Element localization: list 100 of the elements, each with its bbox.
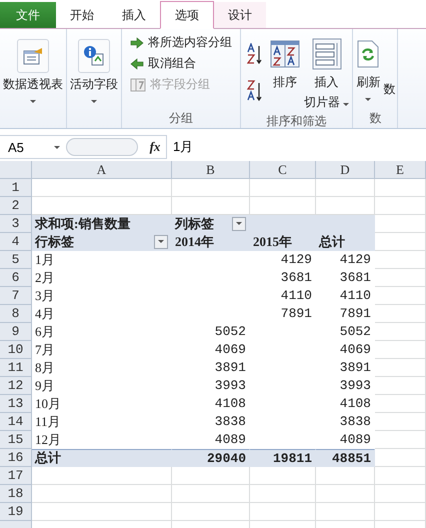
table-cell: 10月 [32,395,172,413]
table-cell [375,449,426,467]
table-cell [250,485,316,503]
caret-icon [54,146,60,148]
column-header[interactable]: A [32,161,172,179]
table-cell: 9月 [32,377,172,395]
table-cell [375,179,426,197]
table-cell: 4069 [316,341,375,359]
table-cell: 6月 [32,323,172,341]
table-cell [375,413,426,431]
table-cell: 总计 [32,449,172,467]
row-header[interactable]: 5 [0,251,32,269]
row-header[interactable]: 4 [0,233,32,251]
ribbon-button[interactable]: 刷新 [355,31,382,110]
table-cell: 7月 [32,341,172,359]
ribbon-button-label[interactable]: 数 [383,31,396,110]
row-header[interactable]: 17 [0,467,32,485]
table-cell [316,467,375,485]
table-cell [375,485,426,503]
table-cell [375,269,426,287]
ribbon-tab[interactable]: 插入 [108,2,160,28]
table-cell [375,377,426,395]
ribbon-tab[interactable]: 开始 [56,2,108,28]
table-cell: 7891 [250,305,316,323]
row-header[interactable]: 12 [0,377,32,395]
table-cell: 3993 [316,377,375,395]
formula-bar-handle[interactable] [66,138,138,156]
table-cell: 3838 [172,413,250,431]
sort-descending-button[interactable] [247,80,263,102]
row-header[interactable]: 13 [0,395,32,413]
table-cell: 2015年 [250,233,316,251]
table-cell [316,503,375,521]
table-cell: 2月 [32,269,172,287]
table-cell [375,233,426,251]
arrow-right-icon [130,36,144,48]
table-cell: 48851 [316,449,375,467]
column-header[interactable]: D [316,161,375,179]
ribbon-button[interactable]: 将所选内容分组 [128,33,234,52]
table-cell [375,359,426,377]
row-header[interactable]: 7 [0,287,32,305]
group-label: 数 [369,111,382,125]
filter-dropdown-button[interactable] [154,234,168,248]
table-cell: 4110 [250,287,316,305]
header-label: 列标签 [175,214,214,232]
table-cell [375,215,426,233]
sort-ascending-button[interactable] [247,42,263,64]
ribbon-tab[interactable]: 设计 [214,2,266,28]
row-header[interactable]: 15 [0,431,32,449]
table-cell [375,503,426,521]
insert-function-button[interactable]: fx [144,139,166,155]
ribbon-button[interactable]: 数据透视表 [2,31,64,110]
row-header[interactable]: 18 [0,485,32,503]
formula-field[interactable]: 1月 [166,135,426,159]
table-cell: 3891 [316,359,375,377]
table-cell: 4069 [172,341,250,359]
row-header[interactable]: 16 [0,449,32,467]
ribbon-button[interactable]: 活动字段 [69,31,119,110]
column-header[interactable]: E [375,161,426,179]
ribbon-tab[interactable]: 选项 [160,1,214,29]
row-header[interactable]: 9 [0,323,32,341]
row-header[interactable]: 1 [0,179,32,197]
table-cell: 29040 [172,449,250,467]
table-cell [375,395,426,413]
table-cell: 4110 [316,287,375,305]
info-field-icon [83,45,105,67]
group-label: 分组 [169,111,193,125]
pivot-table-icon [22,46,44,66]
table-cell: 19811 [250,449,316,467]
table-cell: 4108 [172,395,250,413]
filter-dropdown-button[interactable] [232,216,246,230]
row-header[interactable]: 14 [0,413,32,431]
ribbon-button[interactable]: 排序 [269,31,301,113]
table-cell [250,467,316,485]
row-header[interactable]: 3 [0,215,32,233]
row-header[interactable]: 11 [0,359,32,377]
column-header[interactable]: C [250,161,316,179]
column-header[interactable]: B [172,161,250,179]
header-label: 行标签 [35,232,74,250]
ribbon-button[interactable]: 插入 切片器 [303,31,350,113]
row-header[interactable]: 19 [0,503,32,521]
table-cell: 2014年 [172,233,250,251]
arrow-left-icon [130,58,144,70]
refresh-icon [356,40,380,68]
row-header[interactable]: 10 [0,341,32,359]
table-cell [250,179,316,197]
row-header[interactable]: 8 [0,305,32,323]
table-cell [375,431,426,449]
table-cell: 3681 [316,269,375,287]
ribbon-button[interactable]: 取消组合 [128,54,234,73]
table-cell [375,197,426,215]
table-cell: 3838 [316,413,375,431]
table-cell: 3681 [250,269,316,287]
ribbon-tab[interactable]: 文件 [0,2,56,28]
row-header[interactable]: 2 [0,197,32,215]
table-cell [375,251,426,269]
table-cell: 3月 [32,287,172,305]
row-header[interactable]: 6 [0,269,32,287]
table-cell: 3993 [172,377,250,395]
table-cell: 4月 [32,305,172,323]
sort-dialog-icon [270,40,300,68]
